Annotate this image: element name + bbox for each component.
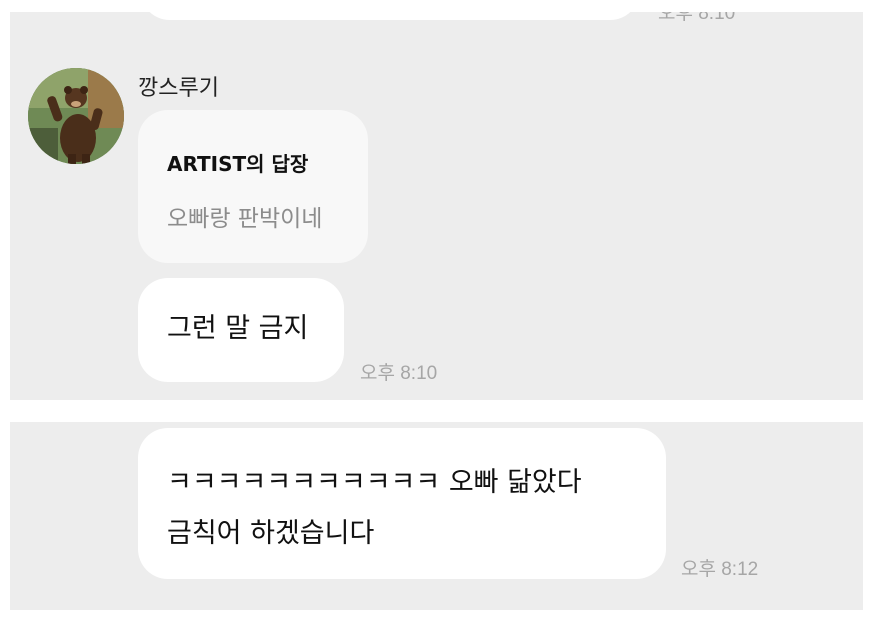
reply-quoted-text: 오빠랑 판박이네 [167, 206, 323, 232]
message-bubble-2[interactable]: ㅋㅋㅋㅋㅋㅋㅋㅋㅋㅋㅋ 오빠 닮았다 금칙어 하겠습니다 [138, 428, 666, 579]
reply-title: ARTIST의 답장 [167, 152, 309, 176]
message-text-line-2: 금칙어 하겠습니다 [167, 518, 375, 549]
previous-message-time: 오후 8:10 [658, 12, 736, 24]
chat-panel-lower: ㅋㅋㅋㅋㅋㅋㅋㅋㅋㅋㅋ 오빠 닮았다 금칙어 하겠습니다 오후 8:12 [10, 422, 863, 610]
bear-icon [28, 68, 124, 164]
message-time: 오후 8:10 [360, 363, 438, 384]
message-text: 그런 말 금지 [167, 313, 309, 344]
reply-message-bubble[interactable]: ARTIST의 답장 오빠랑 판박이네 [138, 110, 368, 263]
bear-avatar[interactable] [28, 68, 124, 164]
message-bubble[interactable]: 그런 말 금지 [138, 278, 344, 382]
chat-panel-upper: 오후 8:10 깡스루기 ARTIST의 답장 오빠랑 판박이네 그런 말 금지… [10, 12, 863, 400]
previous-message-bubble[interactable] [140, 12, 640, 20]
sender-name: 깡스루기 [138, 76, 219, 101]
message-text-line-1: ㅋㅋㅋㅋㅋㅋㅋㅋㅋㅋㅋ 오빠 닮았다 [167, 467, 582, 498]
message-time-2: 오후 8:12 [681, 559, 759, 580]
